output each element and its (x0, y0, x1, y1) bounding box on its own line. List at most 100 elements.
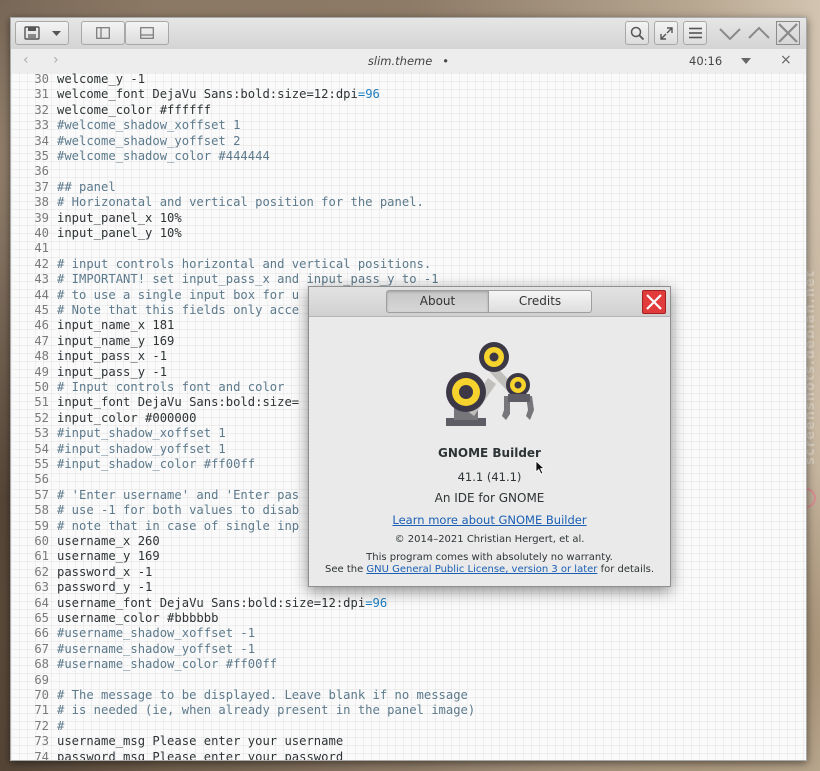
code-line: 44 # to use a single input box for u (11, 288, 299, 303)
code-line: 70 # The message to be displayed. Leave b… (11, 688, 468, 703)
code-line: 47 input_name_y 169 (11, 334, 174, 349)
code-line: 63 password_y -1 (11, 580, 152, 595)
code-text: username_msg Please enter your username (57, 734, 344, 749)
code-line: 52 input_color #000000 (11, 411, 196, 426)
code-line: 55 #input_shadow_color #ff00ff (11, 457, 255, 472)
document-tab-bar: ‹ › slim.theme • 40:16 × (11, 49, 806, 74)
line-number: 44 (34, 287, 49, 302)
maximize-icon (748, 26, 770, 39)
line-number: 37 (34, 179, 49, 194)
line-number: 32 (34, 102, 49, 117)
code-line: 51 input_font DejaVu Sans:bold:size= (11, 395, 299, 410)
code-line: 32 welcome_color #ffffff (11, 103, 211, 118)
minimize-button[interactable] (718, 21, 742, 45)
license-suffix: for details. (597, 564, 655, 575)
line-number: 58 (34, 503, 49, 518)
fullscreen-button[interactable] (654, 21, 678, 45)
tab-credits[interactable]: Credits (488, 290, 592, 313)
line-number: 55 (34, 457, 49, 471)
line-number: 42 (34, 256, 49, 271)
dialog-close-button[interactable] (642, 290, 666, 314)
save-icon (24, 26, 40, 40)
code-line: 65 username_color #bbbbbb (11, 611, 218, 626)
copyright-text: © 2014–2021 Christian Hergert, et al. (394, 534, 585, 545)
code-line: 74 password_msg Please enter your passwor… (11, 750, 343, 760)
website-link[interactable]: Learn more about GNOME Builder (309, 513, 670, 527)
license-text: See the GNU General Public License, vers… (309, 564, 670, 575)
code-line: 30 welcome_y -1 (11, 73, 145, 87)
code-text: password_y -1 (57, 580, 153, 595)
code-line: 64 username_font DejaVu Sans:bold:size=12… (11, 596, 387, 611)
app-version: 41.1 (41.1) (457, 470, 522, 484)
sidebar-left-icon (96, 27, 110, 39)
line-number: 63 (34, 580, 49, 595)
code-line: 46 input_name_x 181 (11, 318, 174, 333)
code-operator: = (365, 595, 373, 610)
app-name: GNOME Builder (438, 446, 541, 460)
close-document-icon[interactable]: × (780, 52, 792, 68)
code-number: 96 (372, 595, 388, 610)
code-line: 34 #welcome_shadow_yoffset 2 (11, 134, 240, 149)
line-number: 57 (34, 487, 49, 502)
close-icon (646, 294, 662, 310)
license-link[interactable]: GNU General Public License, version 3 or… (366, 564, 597, 575)
about-dialog-body: GNOME Builder 41.1 (41.1) An IDE for GNO… (309, 316, 670, 586)
line-number: 67 (34, 641, 49, 656)
code-text: username_y 169 (57, 549, 160, 564)
code-line: 56 (11, 472, 57, 487)
save-menu-button[interactable] (15, 21, 69, 45)
line-number: 54 (34, 441, 49, 456)
main-menu-button[interactable] (683, 21, 707, 45)
code-text: # use -1 for both values to disab (57, 503, 300, 518)
line-number: 35 (34, 149, 49, 163)
code-text: username_color #bbbbbb (57, 611, 219, 625)
code-line: 60 username_x 260 (11, 534, 159, 549)
code-text: input_name_x 181 (57, 318, 175, 333)
fullscreen-icon (660, 27, 673, 40)
code-text: #username_shadow_color #ff00ff (57, 657, 278, 672)
code-line: 53 #input_shadow_xoffset 1 (11, 426, 225, 441)
code-text: # The message to be displayed. Leave bla… (57, 688, 468, 702)
line-number: 59 (34, 518, 49, 533)
document-menu-chevron-icon[interactable] (741, 58, 751, 64)
line-number: 31 (34, 87, 49, 102)
line-number: 61 (34, 549, 49, 564)
code-text: # note that in case of single inp (57, 518, 300, 533)
line-number: 60 (34, 534, 49, 548)
line-number: 50 (34, 380, 49, 394)
code-text: # 'Enter username' and 'Enter pas (57, 487, 300, 502)
maximize-button[interactable] (747, 21, 771, 45)
code-line: 36 (11, 164, 57, 179)
menu-icon (689, 27, 702, 39)
code-line: 59 # note that in case of single inp (11, 519, 299, 534)
line-number: 47 (34, 333, 49, 348)
line-number: 34 (34, 133, 49, 148)
line-number: 39 (34, 210, 49, 225)
code-line: 41 (11, 241, 57, 256)
line-number: 62 (34, 564, 49, 579)
line-number: 53 (34, 426, 49, 441)
tab-about[interactable]: About (386, 290, 489, 313)
search-button[interactable] (625, 21, 649, 45)
code-line: 62 password_x -1 (11, 565, 152, 580)
header-bar (11, 18, 806, 50)
code-text: # (57, 718, 65, 733)
toggle-left-panel-button[interactable] (81, 21, 125, 45)
close-icon (776, 21, 800, 45)
code-line: 68 #username_shadow_color #ff00ff (11, 657, 277, 672)
code-line: 50 # Input controls font and color (11, 380, 284, 395)
minimize-icon (719, 28, 741, 41)
window-close-button[interactable] (776, 21, 800, 45)
code-text: #welcome_shadow_color #444444 (57, 149, 270, 163)
code-line: 39 input_panel_x 10% (11, 210, 181, 226)
line-number: 70 (34, 688, 49, 702)
toggle-bottom-panel-button[interactable] (125, 21, 169, 45)
document-tab[interactable]: slim.theme • (11, 54, 806, 68)
code-text: welcome_color #ffffff (57, 102, 212, 117)
code-text: password_x -1 (57, 564, 153, 579)
code-line: 54 #input_shadow_yoffset 1 (11, 441, 225, 457)
line-number: 38 (34, 195, 49, 210)
cursor-position: 40:16 (689, 54, 723, 68)
gnome-builder-logo (446, 342, 534, 426)
code-line: 37 ## panel (11, 179, 115, 195)
